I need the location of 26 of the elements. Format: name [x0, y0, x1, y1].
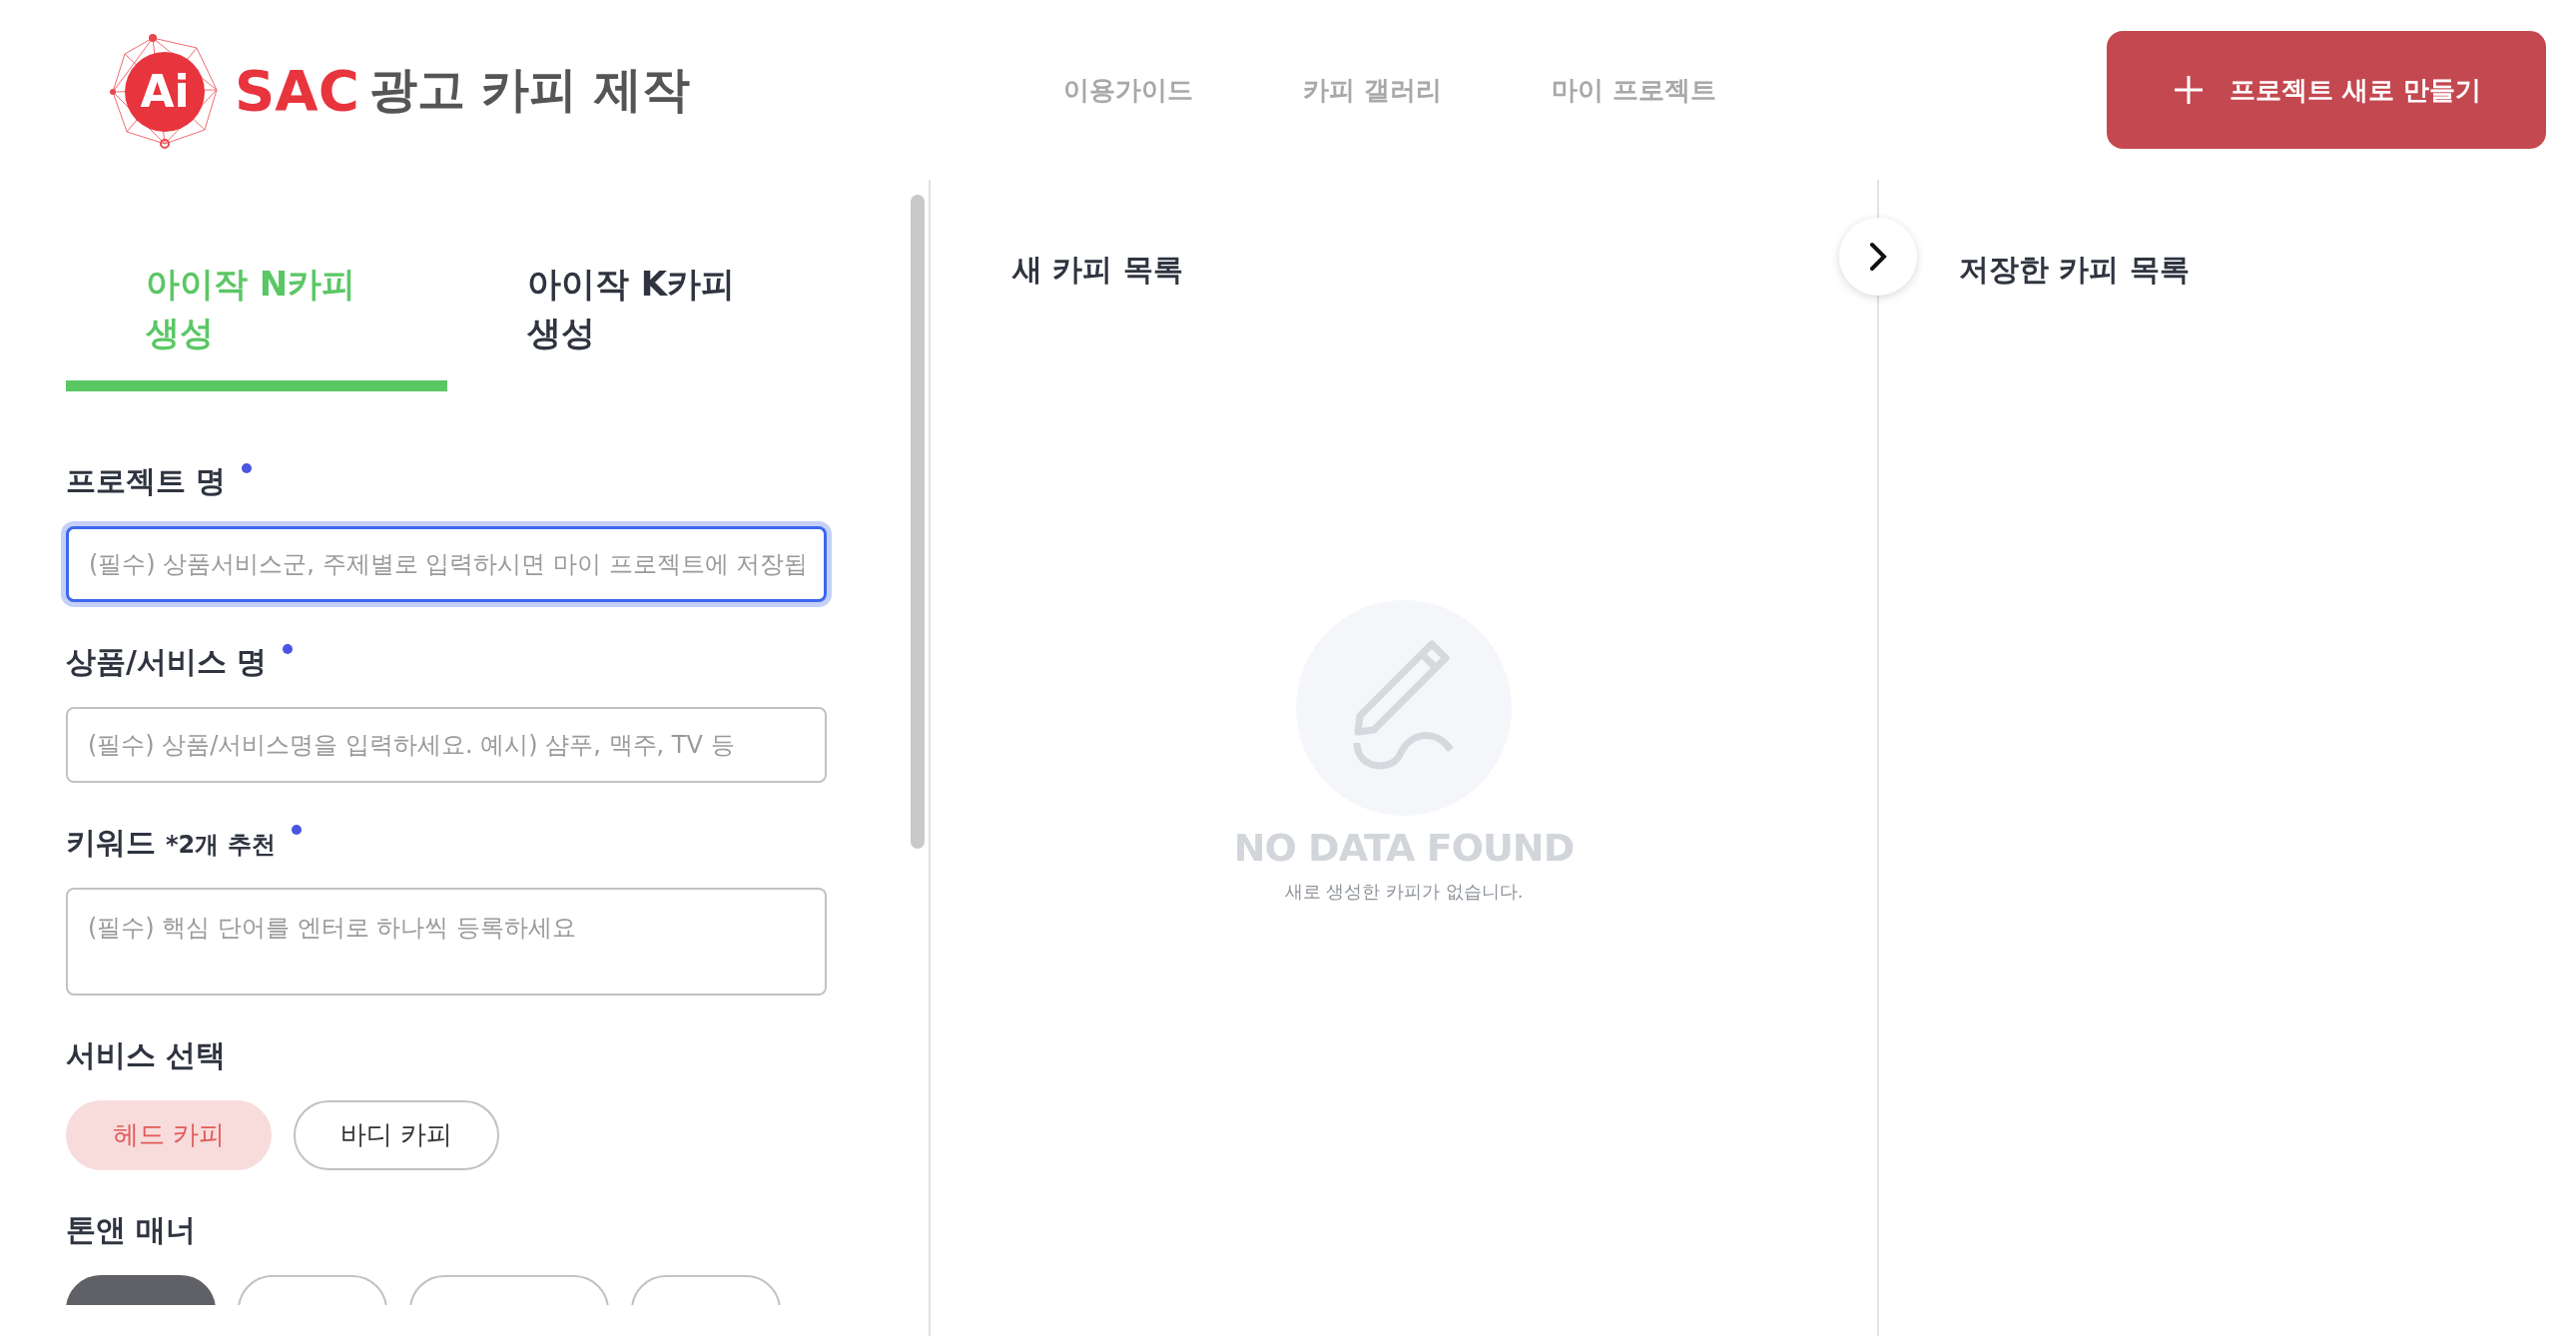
new-project-button[interactable]: 프로젝트 새로 만들기: [2107, 31, 2546, 149]
service-chip[interactable]: 바디 카피: [294, 1099, 499, 1170]
chevron-right-icon: [1868, 242, 1888, 272]
nav-link[interactable]: 카피 갤러리: [1303, 72, 1443, 108]
section-label: 톤앤 매너: [66, 1210, 198, 1249]
tab[interactable]: 아이작 N카피 생성: [66, 260, 447, 391]
pencil-icon: [1296, 600, 1512, 816]
scrollbar[interactable]: [911, 195, 925, 849]
logo-title: 광고 카피 제작: [368, 60, 691, 119]
field-label: 프로젝트 명: [66, 461, 227, 500]
empty-message: 새로 생성한 카피가 없습니다.: [1284, 880, 1524, 904]
column-title: 저장한 카피 목록: [1959, 251, 2191, 289]
expand-button[interactable]: [1839, 218, 1917, 296]
section-label: 서비스 선택: [66, 1035, 228, 1074]
keyword-field[interactable]: (필수) 핵심 단어를 엔터로 하나씩 등록하세요: [66, 887, 827, 996]
field-label: 키워드: [66, 823, 156, 862]
logo-brand: SAC: [235, 57, 359, 123]
column-title: 새 카피 목록: [1012, 251, 1184, 289]
nav-link[interactable]: 이용가이드: [1063, 72, 1193, 108]
nav-link[interactable]: 마이 프로젝트: [1552, 72, 1717, 108]
field-hint: *2개 추천: [166, 829, 276, 861]
input-field[interactable]: (필수) 상품서비스군, 주제별로 입력하시면 마이 프로젝트에 저장됩: [66, 525, 827, 602]
tab[interactable]: 아이작 K카피 생성: [447, 260, 829, 391]
field-label: 상품/서비스 명: [66, 642, 268, 681]
input-field[interactable]: (필수) 상품/서비스명을 입력하세요. 예시) 샴푸, 맥주, TV 등: [66, 706, 827, 783]
service-chip[interactable]: 헤드 카피: [66, 1099, 272, 1170]
